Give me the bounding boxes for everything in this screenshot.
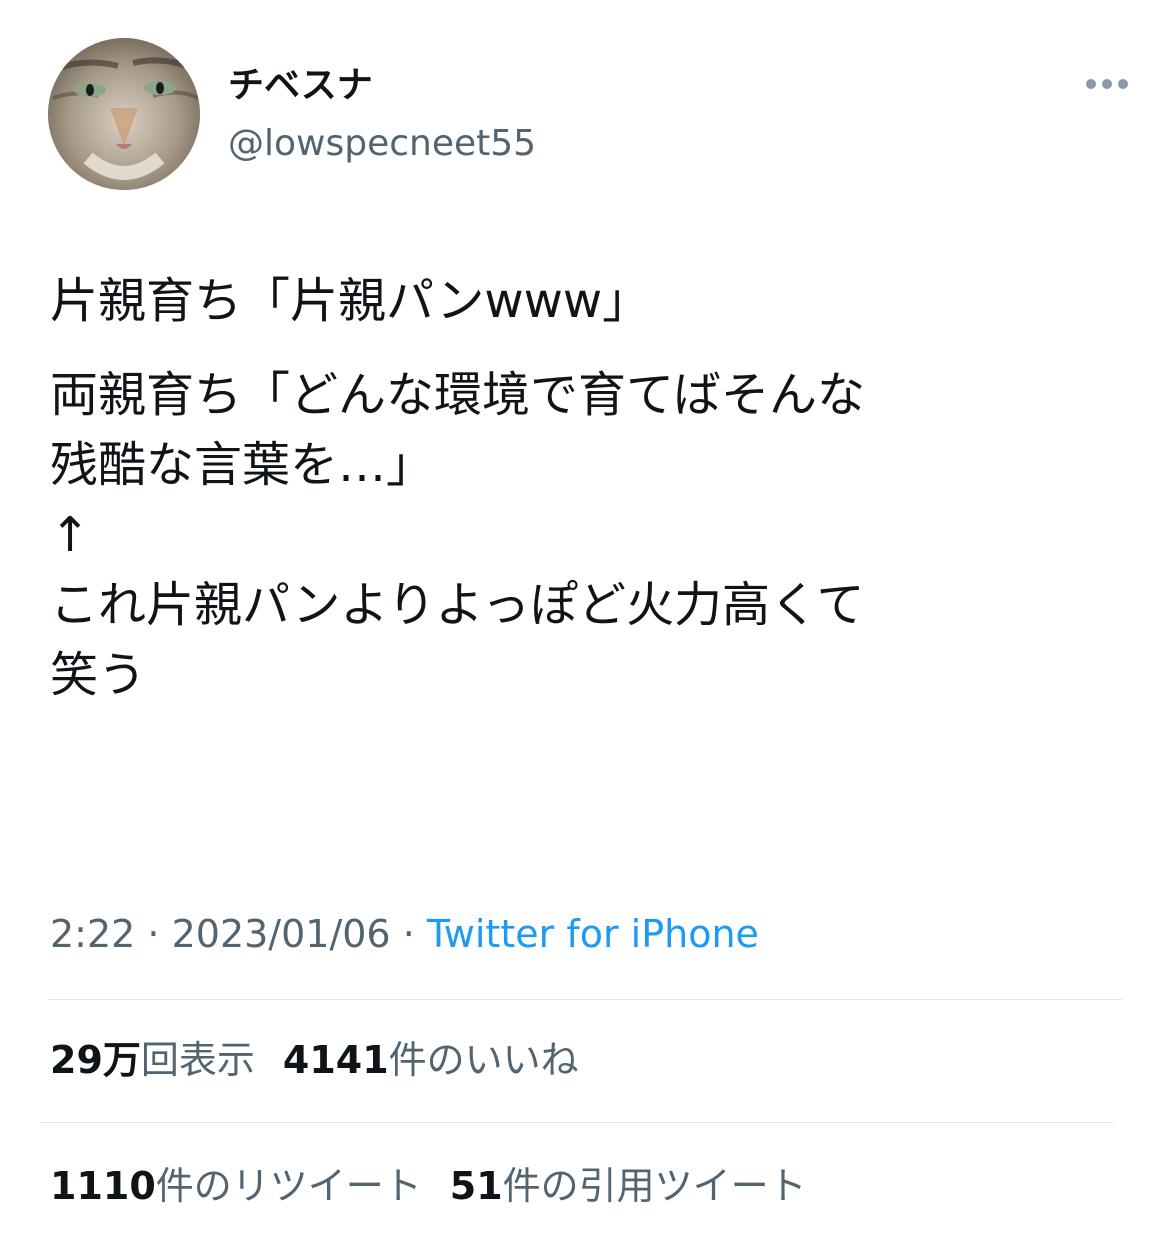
quotes-label: 件の引用ツイート: [502, 1164, 807, 1208]
quotes-stat[interactable]: 51件の引用ツイート: [450, 1164, 807, 1208]
user-handle[interactable]: @lowspecneet55: [228, 122, 536, 166]
tweet-text: 片親育ち「片親パンwww」 両親育ち「どんな環境で育てばそんな 残酷な言葉を…」…: [50, 266, 1130, 710]
tweet-line: 片親育ち「片親パンwww」: [50, 273, 651, 329]
tweet-meta: 2:22 · 2023/01/06 · Twitter for iPhone: [50, 910, 759, 958]
tweet-line: 残酷な言葉を…」: [50, 437, 435, 493]
more-options-icon[interactable]: [1086, 74, 1128, 94]
dot-icon: [1102, 79, 1112, 89]
dot-icon: [1118, 79, 1128, 89]
divider: [48, 999, 1122, 1000]
tweet-header: チベスナ @lowspecneet55: [48, 38, 1128, 198]
quotes-count: 51: [449, 1164, 503, 1208]
cat-avatar-icon[interactable]: [48, 38, 200, 190]
tweet-line: これ片親パンよりよっぽど火力高くて: [50, 577, 865, 633]
tweet-date[interactable]: 2023/01/06: [172, 912, 391, 956]
likes-label: 件のいいね: [388, 1038, 579, 1082]
views-count: 29万: [50, 1038, 141, 1082]
meta-separator: ·: [390, 912, 427, 956]
likes-stat[interactable]: 4141件のいいね: [283, 1038, 579, 1082]
display-name[interactable]: チベスナ: [228, 64, 536, 108]
views-label: 回表示: [140, 1038, 255, 1082]
tweet-time[interactable]: 2:22: [50, 912, 135, 956]
meta-separator: ·: [135, 912, 172, 956]
stats-row-views-likes: 29万回表示 4141件のいいね: [50, 1036, 607, 1084]
tweet-line: 笑う: [50, 647, 147, 703]
likes-count: 4141: [282, 1038, 389, 1082]
retweets-label: 件のリツイート: [155, 1164, 422, 1208]
retweets-count: 1110: [50, 1164, 156, 1208]
tweet-line: ↑: [50, 507, 91, 563]
tweet-line: 両親育ち「どんな環境で育てばそんな: [50, 367, 866, 423]
views-stat[interactable]: 29万回表示: [50, 1038, 255, 1082]
dot-icon: [1086, 79, 1096, 89]
retweets-stat[interactable]: 1110件のリツイート: [50, 1164, 422, 1208]
author-names: チベスナ @lowspecneet55: [228, 64, 536, 166]
tweet-source-link[interactable]: Twitter for iPhone: [427, 912, 759, 956]
divider: [40, 1122, 1114, 1123]
stats-row-retweets-quotes: 1110件のリツイート 51件の引用ツイート: [50, 1162, 835, 1210]
